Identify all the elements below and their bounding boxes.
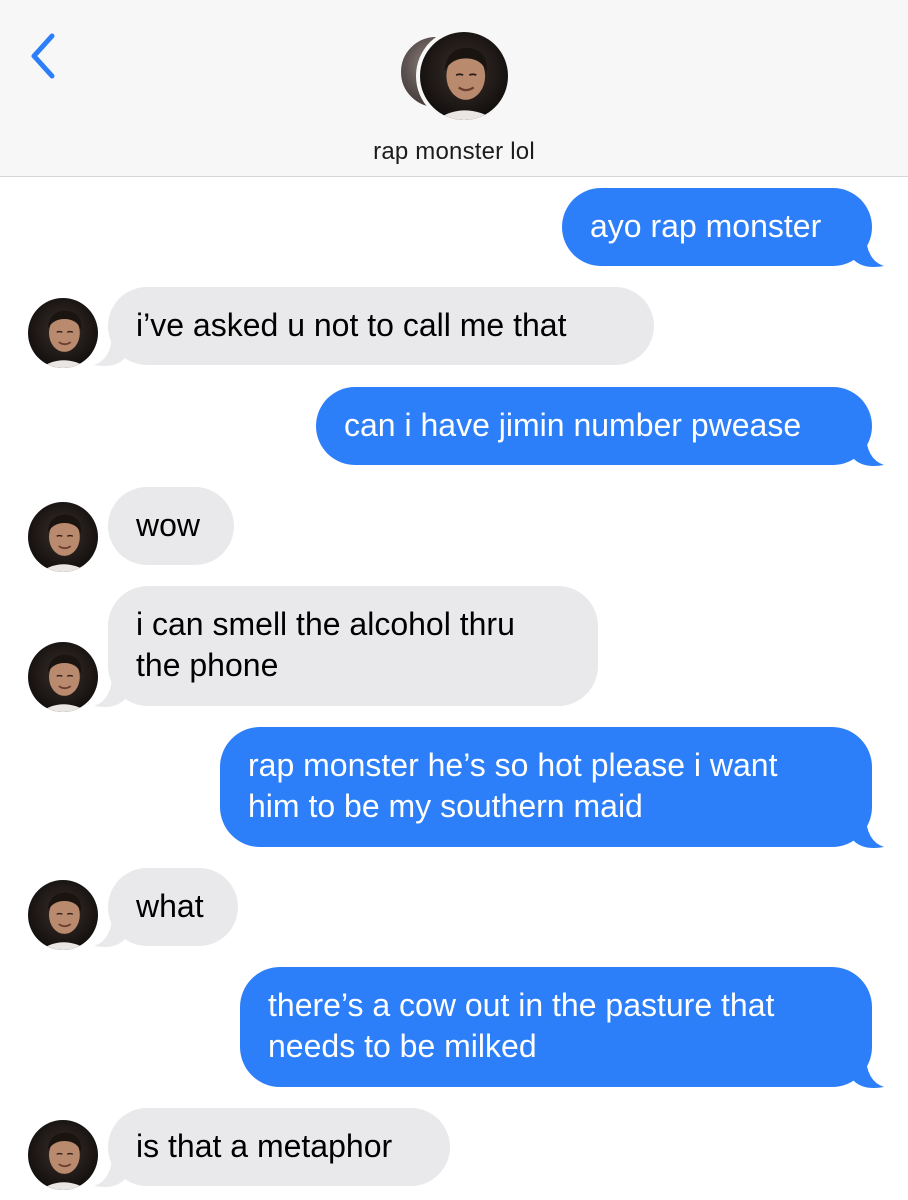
sent-message[interactable]: rap monster he’s so hot please i want hi… [220, 727, 872, 847]
contact-name[interactable]: rap monster lol [0, 138, 908, 166]
received-message[interactable]: i’ve asked u not to call me that [108, 287, 654, 365]
received-message[interactable]: what [108, 868, 238, 946]
contact-avatar [416, 28, 512, 124]
sent-bubble-tail [852, 234, 884, 267]
chevron-left-icon [31, 33, 55, 79]
received-message[interactable]: i can smell the alcohol thru the phone [108, 586, 598, 706]
received-bubble-tail [94, 914, 126, 947]
received-bubble-tail [94, 333, 126, 366]
sent-message[interactable]: can i have jimin number pwease [316, 387, 872, 465]
avatar-photo-icon [420, 32, 508, 120]
sent-bubble-tail [852, 1055, 884, 1088]
contact-avatar[interactable] [28, 298, 98, 368]
received-bubble-tail [94, 674, 126, 707]
received-bubble-tail [94, 1154, 126, 1187]
sent-bubble-tail [852, 433, 884, 466]
contact-avatar-group[interactable] [398, 28, 514, 124]
back-button[interactable] [22, 28, 66, 84]
messages-screen: rap monster lol ayo rap monster i’ve ask… [0, 0, 908, 1200]
contact-avatar[interactable] [28, 642, 98, 712]
contact-avatar[interactable] [28, 880, 98, 950]
sent-message[interactable]: there’s a cow out in the pasture that ne… [240, 967, 872, 1087]
sent-bubble-tail [852, 815, 884, 848]
sent-message[interactable]: ayo rap monster [562, 188, 872, 266]
received-message[interactable]: wow [108, 487, 234, 565]
received-message[interactable]: is that a metaphor [108, 1108, 450, 1186]
contact-avatar[interactable] [28, 1120, 98, 1190]
contact-avatar[interactable] [28, 502, 98, 572]
conversation-header: rap monster lol [0, 0, 908, 177]
